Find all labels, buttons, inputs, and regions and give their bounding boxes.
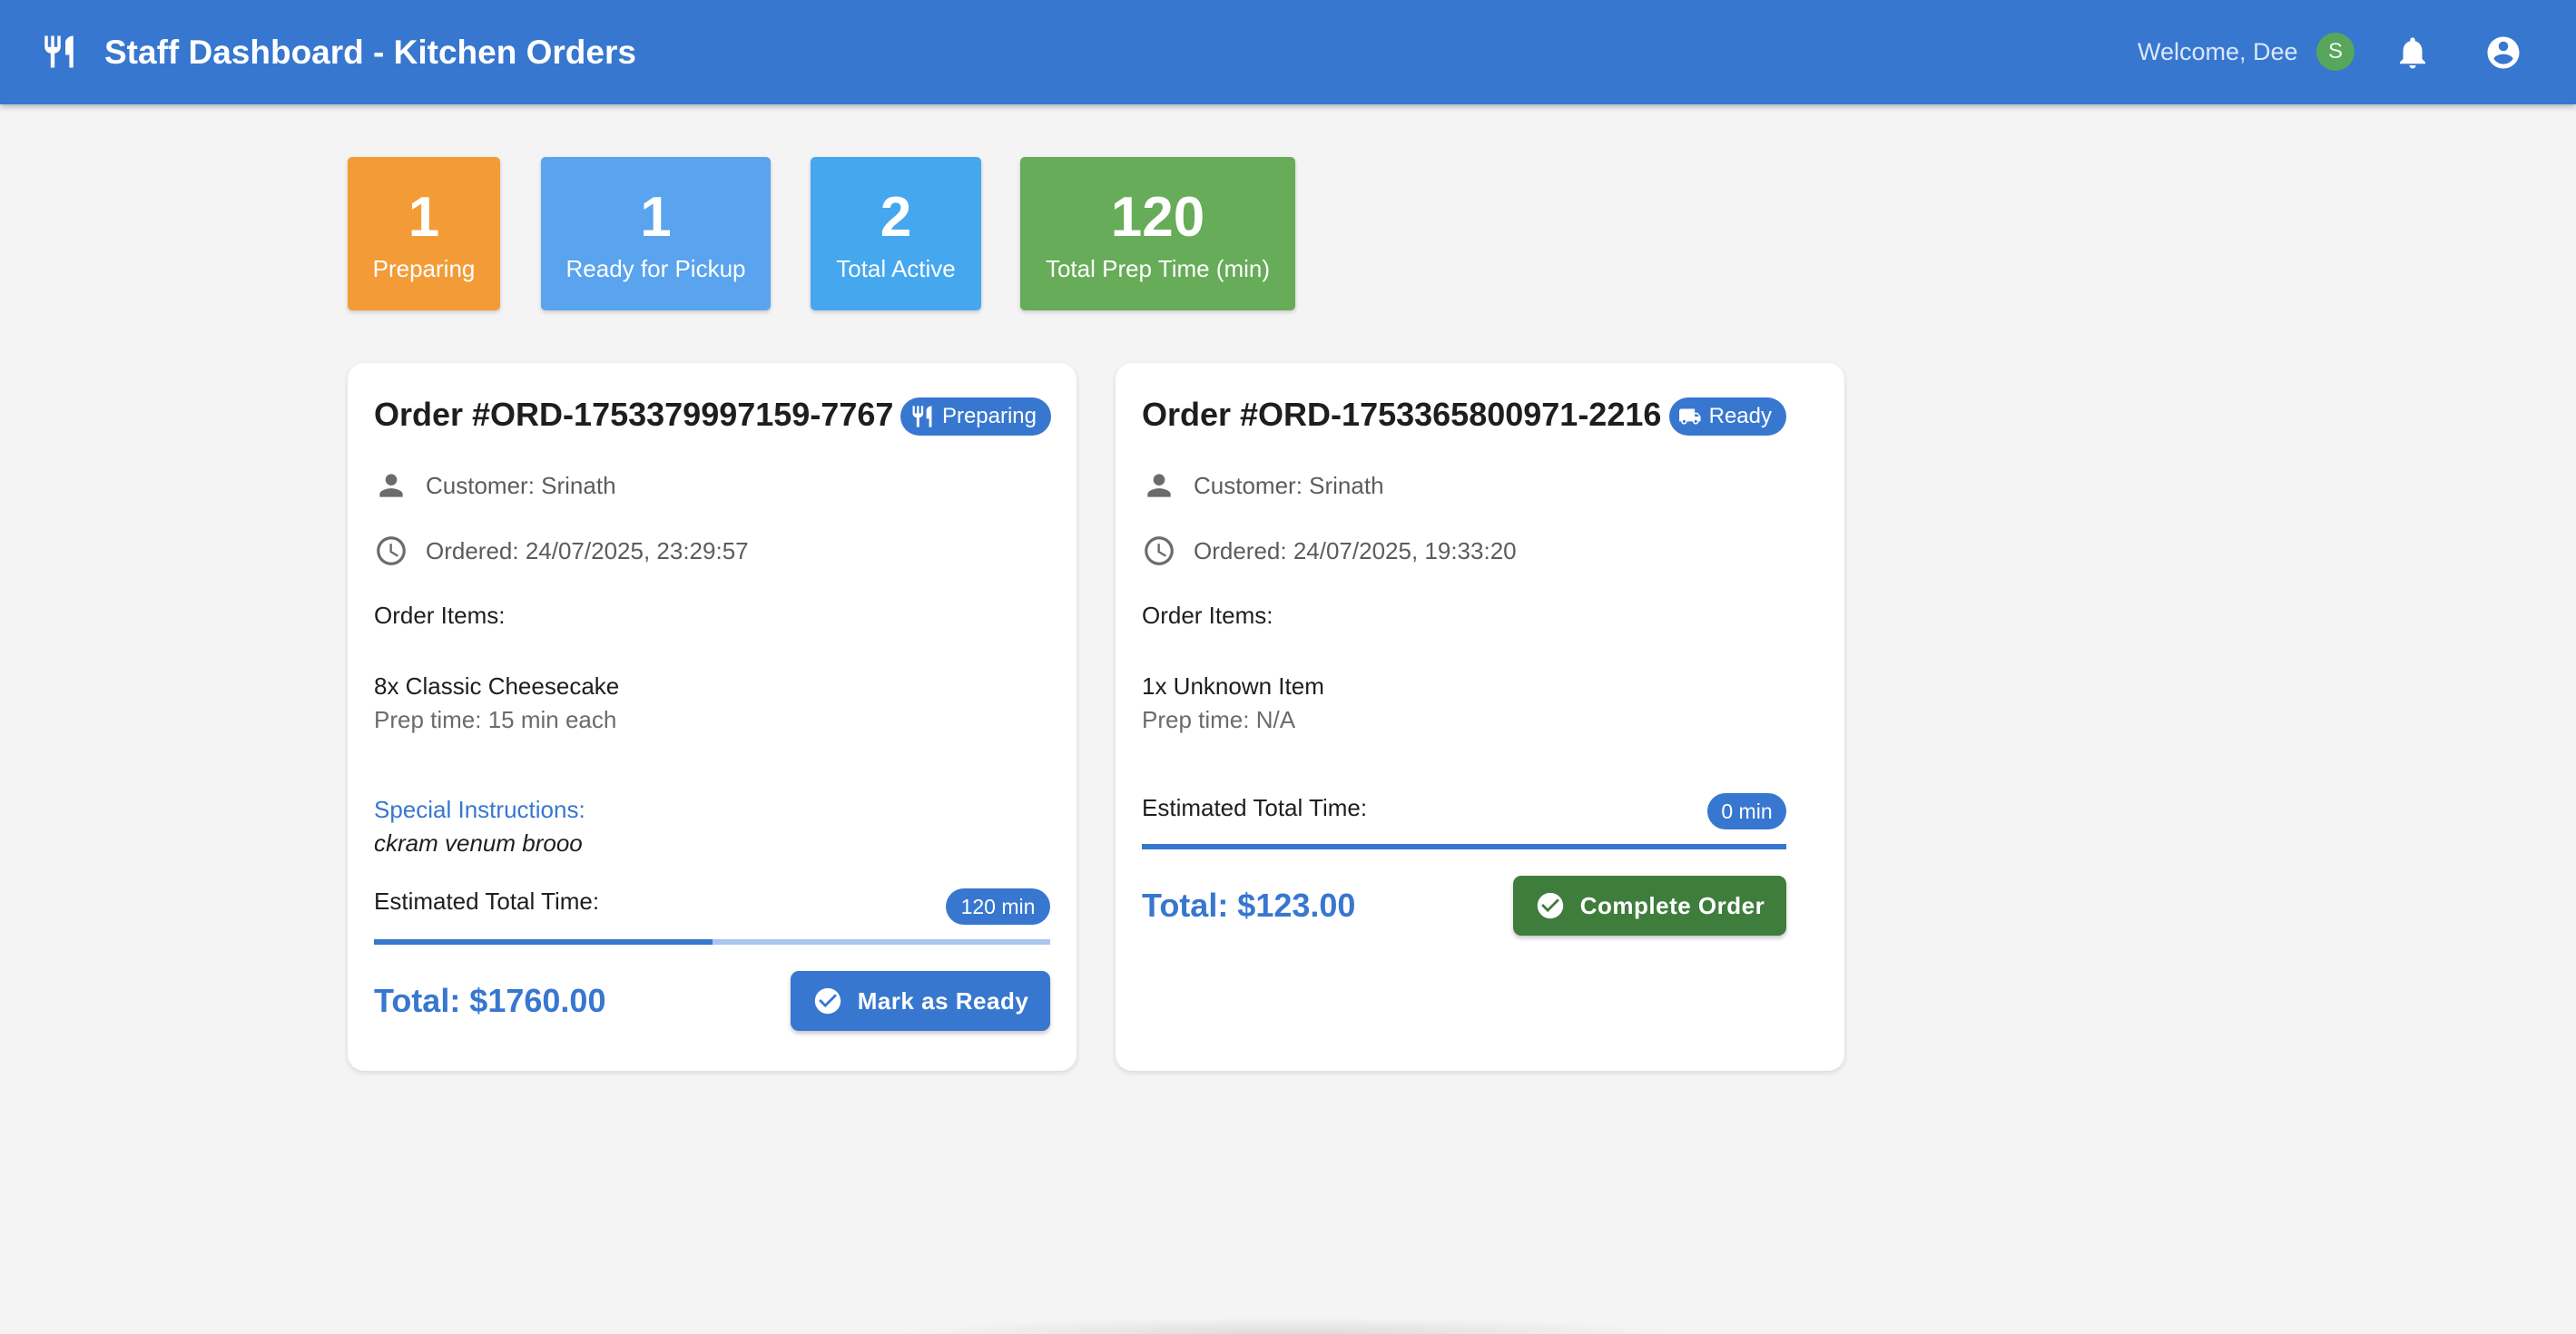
item-prep-time: Prep time: 15 min each xyxy=(374,706,617,733)
stat-label: Total Active xyxy=(836,255,956,282)
order-card: Order #ORD-1753365800971-2216 Ready Cust… xyxy=(1116,363,1844,1071)
special-instructions-text: ckram venum brooo xyxy=(374,829,583,857)
progress-track xyxy=(374,939,1050,945)
ordered-row: Ordered: 24/07/2025, 19:33:20 xyxy=(1142,533,1517,569)
item-prep-time: Prep time: N/A xyxy=(1142,706,1296,733)
mark-as-ready-button[interactable]: Mark as Ready xyxy=(791,971,1050,1031)
stat-value: 120 xyxy=(1110,186,1205,249)
order-time: Ordered: 24/07/2025, 23:29:57 xyxy=(426,536,749,564)
button-label: Mark as Ready xyxy=(857,986,1029,1015)
complete-order-button[interactable]: Complete Order xyxy=(1513,876,1786,936)
status-badge: Ready xyxy=(1669,397,1786,436)
item-name: 8x Classic Cheesecake xyxy=(374,672,620,700)
truck-icon xyxy=(1679,408,1701,425)
restaurant-icon xyxy=(44,35,74,68)
clock-icon xyxy=(377,536,406,565)
estimated-time-label: Estimated Total Time: xyxy=(374,888,600,915)
order-card: Order #ORD-1753379997159-7767 Preparing … xyxy=(348,363,1077,1071)
estimated-time-badge: 0 min xyxy=(1707,793,1786,829)
item-name: 1x Unknown Item xyxy=(1142,672,1324,700)
check-circle-icon xyxy=(814,987,841,1015)
status-badge: Preparing xyxy=(900,397,1051,436)
stat-label: Preparing xyxy=(372,255,476,282)
restaurant-icon xyxy=(912,406,932,427)
stat-value: 1 xyxy=(408,186,440,249)
estimated-time-badge: 120 min xyxy=(946,888,1050,925)
order-title: Order #ORD-1753365800971-2216 xyxy=(1142,396,1662,433)
items-heading: Order Items: xyxy=(1142,602,1273,629)
customer-name: Customer: Srinath xyxy=(1194,471,1384,499)
order-title: Order #ORD-1753379997159-7767 xyxy=(374,396,894,433)
stat-label: Total Prep Time (min) xyxy=(1045,255,1271,282)
bottom-shadow xyxy=(890,1318,1688,1334)
special-instructions-heading: Special Instructions: xyxy=(374,796,585,823)
button-label: Complete Order xyxy=(1579,891,1765,919)
person-icon xyxy=(379,474,403,497)
stat-label: Ready for Pickup xyxy=(565,255,746,282)
order-time: Ordered: 24/07/2025, 19:33:20 xyxy=(1194,536,1517,564)
avatar[interactable]: S xyxy=(2316,33,2355,71)
person-icon xyxy=(1147,474,1171,497)
bell-icon[interactable] xyxy=(2394,34,2432,72)
app-bar: Staff Dashboard - Kitchen Orders Welcome… xyxy=(0,0,2576,104)
progress-track xyxy=(1142,844,1786,849)
items-heading: Order Items: xyxy=(374,602,506,629)
status-label: Preparing xyxy=(941,404,1037,428)
stat-ready-for-pickup: 1 Ready for Pickup xyxy=(541,157,771,310)
customer-row: Customer: Srinath xyxy=(374,467,616,504)
clock-icon xyxy=(1145,536,1174,565)
stat-value: 1 xyxy=(640,186,672,249)
stat-value: 2 xyxy=(880,186,912,249)
stat-total-prep-time: 120 Total Prep Time (min) xyxy=(1020,157,1295,310)
order-total: Total: $1760.00 xyxy=(374,982,606,1019)
status-label: Ready xyxy=(1708,404,1772,428)
page-title: Staff Dashboard - Kitchen Orders xyxy=(104,34,636,71)
stat-preparing: 1 Preparing xyxy=(348,157,500,310)
check-circle-icon xyxy=(1537,892,1563,919)
ordered-row: Ordered: 24/07/2025, 23:29:57 xyxy=(374,533,749,569)
stat-total-active: 2 Total Active xyxy=(811,157,981,310)
progress-fill xyxy=(374,939,713,945)
order-total: Total: $123.00 xyxy=(1142,887,1356,924)
customer-name: Customer: Srinath xyxy=(426,471,616,499)
account-circle-icon[interactable] xyxy=(2484,34,2522,72)
progress-fill xyxy=(1142,844,1786,849)
welcome-text: Welcome, Dee xyxy=(2138,38,2298,65)
customer-row: Customer: Srinath xyxy=(1142,467,1384,504)
estimated-time-label: Estimated Total Time: xyxy=(1142,794,1368,821)
